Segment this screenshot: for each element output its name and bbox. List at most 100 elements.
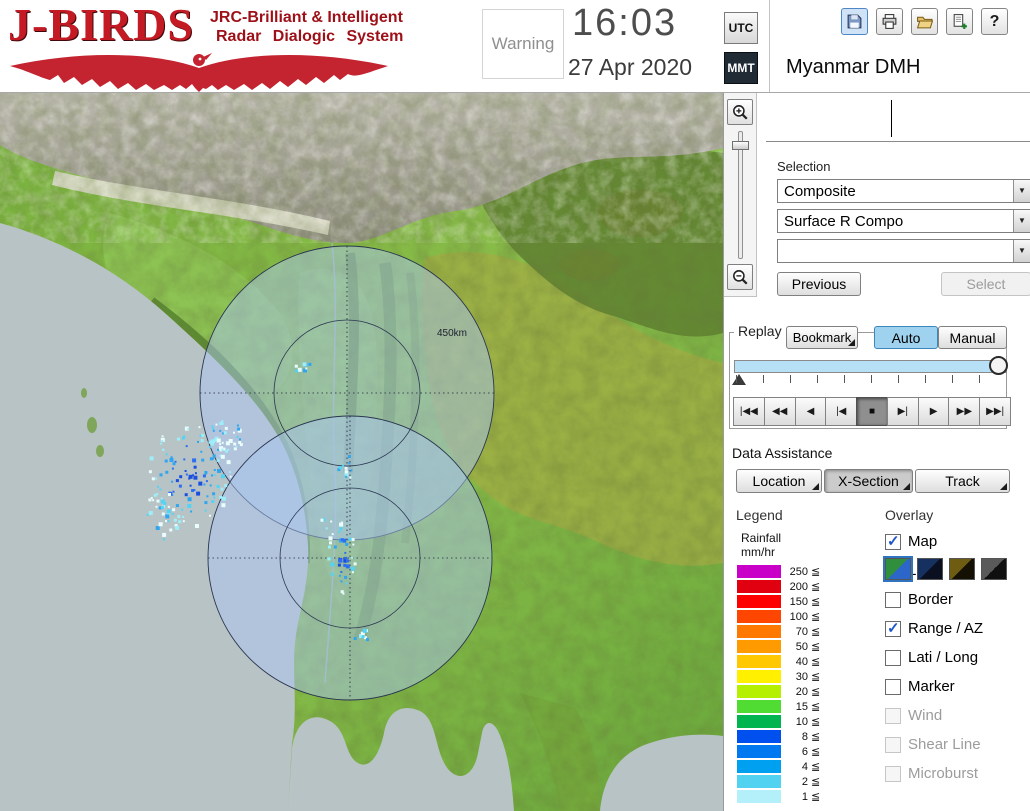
legend-entry: 50 ≦ (737, 639, 820, 654)
checkbox[interactable] (885, 765, 901, 782)
playback-button-glyph: ▶| (897, 406, 908, 417)
composite-dropdown[interactable]: Composite (777, 179, 1030, 203)
legend-suffix: ≦ (811, 716, 821, 728)
legend-entry: 150 ≦ (737, 594, 820, 609)
previous-button[interactable]: Previous (777, 272, 861, 296)
overlay-option-row[interactable]: Shear Line (885, 730, 1030, 759)
overlay-option-row[interactable]: Range / AZ (885, 614, 1030, 643)
legend-entry: 40 ≦ (737, 654, 820, 669)
manual-mode-button[interactable]: Manual (938, 326, 1007, 349)
legend-color-swatch (737, 745, 781, 758)
legend-suffix: ≦ (811, 641, 821, 653)
auto-mode-button[interactable]: Auto (874, 326, 938, 349)
zoom-in-button[interactable] (727, 99, 753, 125)
map-style-swatch[interactable] (917, 558, 943, 580)
app-tagline-line1: JRC-Brilliant & Intelligent (210, 9, 403, 26)
checkbox[interactable] (885, 678, 901, 695)
playback-button-glyph: ▶▶| (986, 406, 1005, 417)
playback-button-glyph: ■ (868, 406, 876, 417)
replay-timeline-track[interactable] (734, 360, 1007, 373)
legend-entry: 200 ≦ (737, 579, 820, 594)
track-button[interactable]: Track (915, 469, 1010, 493)
save-button[interactable] (841, 8, 868, 35)
legend-value: 50 (795, 640, 808, 653)
zoom-out-button[interactable] (727, 264, 753, 290)
playback-button[interactable]: |◀ (825, 397, 858, 426)
checkbox[interactable] (885, 736, 901, 753)
replay-timeline-thumb[interactable] (989, 356, 1008, 375)
header-divider (769, 0, 770, 92)
legend-value: 6 (801, 745, 808, 758)
rainfall-legend: 250 ≦ 200 ≦ 150 ≦ 100 ≦ 70 ≦ 50 ≦ 40 ≦ 3… (737, 564, 820, 804)
overlay-option-row[interactable]: Microburst (885, 759, 1030, 788)
legend-color-swatch (737, 670, 781, 683)
playback-button[interactable]: ◀◀ (763, 397, 796, 426)
playback-button[interactable]: ◀ (794, 397, 827, 426)
playback-button[interactable]: ■ (856, 397, 888, 426)
playback-button[interactable]: ▶ (917, 397, 950, 426)
overlay-option-row[interactable]: Marker (885, 672, 1030, 701)
chevron-down-icon[interactable] (1013, 240, 1030, 262)
jbirds-app: J-BIRDS JRC-Brilliant & Intelligent Rada… (0, 0, 1030, 811)
overlay-option-label: Shear Line (908, 736, 981, 753)
location-button[interactable]: Location (736, 469, 822, 493)
playback-button[interactable]: ▶▶ (948, 397, 981, 426)
option-dropdown-value (778, 240, 1030, 246)
overlay-option-row[interactable]: Wind (885, 701, 1030, 730)
legend-color-swatch (737, 790, 781, 803)
header-bar: J-BIRDS JRC-Brilliant & Intelligent Rada… (0, 0, 1030, 93)
map-style-swatches (883, 556, 1007, 582)
selection-label: Selection (777, 159, 831, 174)
mmt-toggle-button[interactable]: MMT (724, 52, 758, 84)
composite-dropdown-value: Composite (784, 183, 856, 200)
legend-unit-line2: mm/hr (741, 545, 775, 559)
checkbox[interactable] (885, 591, 901, 608)
checkbox[interactable] (885, 619, 901, 637)
legend-color-swatch (737, 715, 781, 728)
product-dropdown[interactable]: Surface R Compo (777, 209, 1030, 233)
overlay-option-row[interactable]: Map (885, 527, 1030, 556)
legend-color-swatch (737, 640, 781, 653)
map-style-swatch[interactable] (883, 556, 913, 582)
overlay-option-row[interactable]: Lati / Long (885, 643, 1030, 672)
legend-value: 4 (801, 760, 808, 773)
open-folder-button[interactable] (911, 8, 938, 35)
select-button: Select (941, 272, 1030, 296)
zoom-slider-thumb[interactable] (732, 141, 749, 150)
map-style-swatch[interactable] (981, 558, 1007, 580)
overlay-option-label: Map (908, 533, 938, 550)
zoom-slider-track[interactable] (738, 131, 743, 259)
legend-value: 30 (795, 670, 808, 683)
print-icon (882, 14, 897, 29)
zoom-out-icon (733, 270, 748, 285)
playback-button[interactable]: |◀◀ (733, 397, 765, 426)
message-textbox[interactable] (766, 93, 1030, 142)
option-dropdown[interactable] (777, 239, 1030, 263)
export-button[interactable] (946, 8, 973, 35)
checkbox[interactable] (885, 532, 901, 550)
overlay-option-label: Lati / Long (908, 649, 979, 666)
overlay-option-label: Range / AZ (908, 620, 984, 637)
legend-suffix: ≦ (811, 761, 821, 773)
map-style-swatch[interactable] (949, 558, 975, 580)
legend-value: 1 (801, 790, 808, 803)
x-section-button[interactable]: X-Section (824, 469, 913, 493)
overlay-option-row[interactable]: Border (885, 585, 1030, 614)
print-button[interactable] (876, 8, 903, 35)
radar-map-viewport[interactable]: 450km (0, 93, 723, 811)
legend-value: 15 (795, 700, 808, 713)
bookmark-button[interactable]: Bookmark (786, 326, 858, 349)
checkbox[interactable] (885, 707, 901, 724)
checkbox[interactable] (885, 649, 901, 666)
legend-entry: 4 ≦ (737, 759, 820, 774)
replay-group-label: Replay (734, 323, 786, 339)
app-logo-title: J-BIRDS (8, 0, 194, 50)
playback-button[interactable]: ▶| (886, 397, 919, 426)
playback-button[interactable]: ▶▶| (979, 397, 1012, 426)
help-button[interactable]: ? (981, 8, 1008, 35)
legend-color-swatch (737, 565, 781, 578)
utc-toggle-button[interactable]: UTC (724, 12, 758, 44)
chevron-down-icon[interactable] (1013, 210, 1030, 232)
legend-entry: 20 ≦ (737, 684, 820, 699)
chevron-down-icon[interactable] (1013, 180, 1030, 202)
